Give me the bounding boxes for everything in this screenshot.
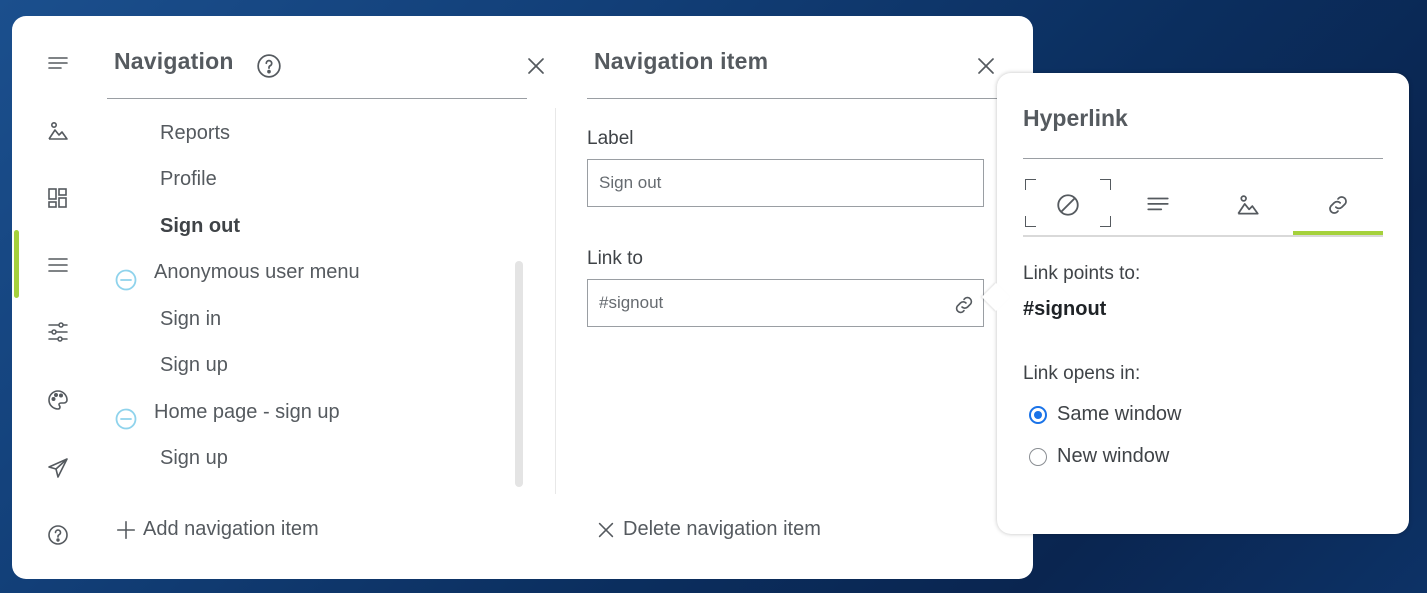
radio-new-window[interactable]: New window [1029,445,1169,468]
navigation-help-icon[interactable] [256,53,282,79]
radio-button-checked[interactable] [1029,405,1047,424]
tree-scrollbar[interactable] [515,261,523,487]
navigation-divider [107,98,527,99]
radio-same-window[interactable]: Same window [1029,403,1182,426]
close-icon [528,58,544,74]
navigation-item-divider [587,98,1007,99]
label-caption: Label [587,128,634,149]
link-opens-in-caption: Link opens in: [1023,363,1141,384]
radio-same-window-label: Same window [1057,403,1182,425]
collapse-icon[interactable] [114,268,138,292]
tree-item-sign-up[interactable]: Sign up [160,354,228,377]
layout-icon[interactable] [42,182,74,214]
rail-active-indicator [14,230,19,298]
tree-group-anonymous-user-menu[interactable]: Anonymous user menu [154,261,360,284]
add-navigation-item-button[interactable]: Add navigation item [115,518,319,541]
label-input[interactable] [587,159,984,207]
tree-item-reports[interactable]: Reports [160,122,230,145]
menu-icon[interactable] [42,48,74,80]
hyperlink-divider [1023,158,1383,159]
tree-item-sign-out[interactable]: Sign out [160,215,240,238]
plus-icon [116,520,136,539]
tab-image[interactable] [1203,177,1293,233]
link-points-to-caption: Link points to: [1023,263,1141,284]
tree-item-sign-up[interactable]: Sign up [160,447,228,470]
column-divider [555,108,556,494]
hyperlink-popover: Hyperlink Link points to: #signout Link … [981,73,1409,534]
delete-navigation-item-label: Delete navigation item [623,518,821,540]
radio-new-window-label: New window [1057,445,1170,467]
tab-text[interactable] [1113,177,1203,233]
tab-no-link[interactable] [1023,177,1113,233]
hyperlink-title: Hyperlink [1023,105,1128,131]
focus-corner [1025,179,1036,190]
delete-navigation-item-button[interactable]: Delete navigation item [595,518,821,541]
add-navigation-item-label: Add navigation item [143,518,319,540]
tree-item-profile[interactable]: Profile [160,168,217,191]
no-link-icon [1057,194,1079,216]
focus-corner [1100,216,1111,227]
send-icon[interactable] [42,452,74,484]
tree-group-home-page-sign-up[interactable]: Home page - sign up [154,401,340,424]
help-icon[interactable] [42,519,74,551]
focus-corner [1025,216,1036,227]
focus-corner [1100,179,1111,190]
collapse-icon[interactable] [114,407,138,431]
radio-button[interactable] [1029,447,1047,466]
close-navigation-item-button[interactable] [974,54,998,78]
main-panel: Navigation Reports Profile Sign out Anon… [12,16,1033,579]
tree-item-sign-in[interactable]: Sign in [160,308,221,331]
settings-sliders-icon[interactable] [42,316,74,348]
text-icon [1147,197,1169,211]
link-points-to-value: #signout [1023,298,1107,320]
link-icon[interactable] [952,293,976,317]
tab-link[interactable] [1293,177,1383,235]
link-icon [1329,196,1347,214]
link-to-caption: Link to [587,248,643,269]
link-to-input[interactable] [587,279,984,327]
close-icon [978,58,994,74]
image-icon[interactable] [42,115,74,147]
close-navigation-button[interactable] [524,54,548,78]
navigation-icon[interactable] [42,249,74,281]
icon-rail [12,16,102,579]
navigation-item-title: Navigation item [594,48,769,74]
palette-icon[interactable] [42,384,74,416]
navigation-title: Navigation [114,48,234,74]
image-icon [1237,195,1259,215]
close-icon [598,522,614,537]
link-type-tabs [1023,177,1383,237]
